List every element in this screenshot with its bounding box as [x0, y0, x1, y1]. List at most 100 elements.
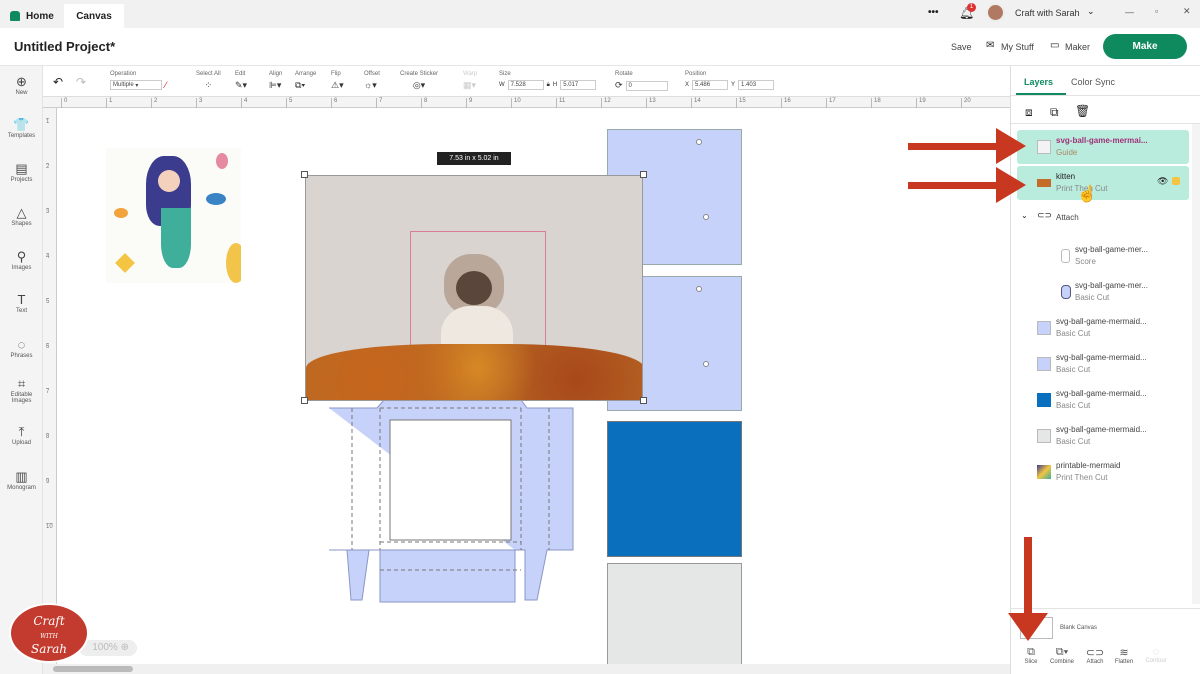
- contour-button[interactable]: ◌ Contour: [1141, 646, 1171, 664]
- phrases-icon: ◌: [17, 337, 26, 352]
- offset-button[interactable]: Offset ☼▾: [364, 71, 380, 91]
- resize-handle[interactable]: [640, 397, 647, 404]
- avatar[interactable]: [986, 3, 1005, 22]
- sidebar-item-phrases[interactable]: ◌ Phrases: [0, 337, 43, 359]
- sidebar-item-shapes[interactable]: △ Shapes: [0, 205, 43, 227]
- tab-layers[interactable]: Layers: [1024, 77, 1053, 87]
- sidebar-item-text[interactable]: T Text: [0, 292, 43, 314]
- arrange-button[interactable]: Arrange ⧉▾: [295, 71, 316, 91]
- eye-icon[interactable]: 👁︎: [1157, 176, 1168, 187]
- my-stuff-button[interactable]: My Stuff: [1001, 42, 1034, 52]
- ruler-tick: 16: [781, 98, 791, 108]
- ruler-tick: 7: [376, 98, 382, 108]
- operation-value: Multiple: [113, 82, 134, 88]
- select-all-button[interactable]: Select All ⁘: [196, 71, 221, 91]
- resize-handle[interactable]: [301, 171, 308, 178]
- user-menu[interactable]: Craft with Sarah: [1015, 8, 1080, 18]
- lock-icon[interactable]: 🔒︎: [547, 82, 550, 89]
- height-input[interactable]: 5.017: [560, 80, 597, 90]
- layer-basic-cut[interactable]: svg-ball-game-mermaid... Basic Cut: [1017, 419, 1189, 453]
- layer-type: Basic Cut: [1056, 365, 1091, 374]
- layer-basic-cut[interactable]: svg-ball-game-mer... Basic Cut: [1017, 275, 1189, 309]
- sidebar-item-projects[interactable]: ▤ Projects: [0, 161, 43, 183]
- ruler-tick: 9: [466, 98, 472, 108]
- size-group: Size W 7.528 🔒︎ H 5.017: [499, 71, 597, 90]
- grey-panel[interactable]: [607, 563, 742, 673]
- align-button[interactable]: Align ⊫▾: [269, 71, 282, 91]
- layer-name: kitten: [1056, 172, 1076, 181]
- create-sticker-button[interactable]: Create Sticker ◎▾: [400, 71, 438, 91]
- edit-button[interactable]: Edit ✎▾: [235, 71, 247, 91]
- chevron-down-icon[interactable]: ⌄: [1021, 211, 1028, 220]
- design-canvas[interactable]: 7.53 in x 5.02 in 100% ⊕: [57, 108, 1010, 673]
- x-input[interactable]: 5.486: [692, 80, 729, 90]
- lock-icon[interactable]: [1172, 177, 1180, 185]
- more-menu-button[interactable]: •••: [928, 7, 939, 18]
- maker-button[interactable]: Maker: [1065, 42, 1090, 52]
- save-button[interactable]: Save: [951, 42, 972, 52]
- dark-blue-panel[interactable]: [607, 421, 742, 557]
- redo-icon[interactable]: ↷: [76, 75, 86, 89]
- operation-select[interactable]: Multiple ▾: [110, 80, 162, 90]
- sidebar-item-upload[interactable]: ⤒ Upload: [0, 424, 43, 446]
- color-swatch-icon[interactable]: ⁄: [165, 80, 167, 90]
- slice-button[interactable]: ⧉ Slice: [1021, 646, 1041, 665]
- sidebar-item-templates[interactable]: 👕 Templates: [0, 117, 43, 139]
- flatten-icon: ≋: [1119, 647, 1129, 659]
- attach-icon: ⊂⊃: [1085, 647, 1105, 659]
- layer-basic-cut[interactable]: svg-ball-game-mermaid... Basic Cut: [1017, 311, 1189, 345]
- layers-scrollbar[interactable]: [1192, 124, 1200, 604]
- layer-thumbnail: [1037, 357, 1051, 371]
- undo-icon[interactable]: ↶: [53, 75, 63, 89]
- hand-cursor-icon: ☝: [1077, 186, 1097, 203]
- warp-button[interactable]: Warp ▦▾: [463, 71, 477, 91]
- sidebar-label: Images: [11, 265, 32, 271]
- layer-basic-cut[interactable]: svg-ball-game-mermaid... Basic Cut: [1017, 383, 1189, 417]
- horizontal-scrollbar[interactable]: [43, 664, 1010, 674]
- rotate-input[interactable]: 0: [625, 80, 668, 91]
- width-input[interactable]: 7.528: [507, 80, 544, 90]
- attach-button[interactable]: ⊂⊃ Attach: [1083, 646, 1107, 665]
- combine-button[interactable]: ⧉▾ Combine: [1047, 646, 1077, 665]
- layer-printable-mermaid[interactable]: printable-mermaid Print Then Cut: [1017, 455, 1189, 489]
- upload-icon: ⤒: [18, 424, 25, 439]
- flatten-button[interactable]: ≋ Flatten: [1111, 646, 1137, 665]
- maximize-button[interactable]: ▫: [1155, 6, 1158, 16]
- layer-basic-cut[interactable]: svg-ball-game-mermaid... Basic Cut: [1017, 347, 1189, 381]
- sidebar-item-images[interactable]: ⚲ Images: [0, 249, 43, 271]
- tab-canvas[interactable]: Canvas: [64, 4, 124, 28]
- mermaid-image[interactable]: [106, 148, 241, 283]
- resize-handle[interactable]: [301, 397, 308, 404]
- y-input[interactable]: 1.403: [738, 80, 775, 90]
- box-template[interactable]: [327, 400, 577, 605]
- notification-badge: 1: [967, 3, 976, 12]
- group-icon[interactable]: ⧈: [1025, 105, 1033, 120]
- tab-color-sync[interactable]: Color Sync: [1071, 77, 1115, 87]
- flip-button[interactable]: Flip ⚠▾: [331, 71, 344, 91]
- layer-guide[interactable]: svg-ball-game-mermai... Guide: [1017, 130, 1189, 164]
- resize-handle[interactable]: [640, 171, 647, 178]
- scrollbar-thumb[interactable]: [53, 666, 133, 672]
- close-button[interactable]: ✕: [1183, 6, 1191, 17]
- ruler-tick: 1: [106, 98, 112, 108]
- project-title[interactable]: Untitled Project*: [14, 39, 115, 54]
- tab-home[interactable]: Home: [0, 4, 64, 28]
- editable-images-icon: ⌗: [17, 376, 26, 391]
- kitten-image[interactable]: [305, 175, 643, 401]
- layer-group-attach[interactable]: ⌄ ⊂⊃ Attach: [1017, 206, 1189, 226]
- sidebar-item-new[interactable]: ⊕ New: [0, 74, 43, 96]
- trash-icon[interactable]: 🗑︎: [1075, 104, 1090, 118]
- duplicate-icon[interactable]: ⧉: [1050, 105, 1059, 120]
- sidebar-item-editable-images[interactable]: ⌗ Editable Images: [0, 376, 43, 404]
- minimize-button[interactable]: —: [1125, 7, 1134, 17]
- zoom-control[interactable]: 100% ⊕: [79, 640, 137, 656]
- slice-label: Slice: [1024, 659, 1038, 665]
- layer-type: Basic Cut: [1056, 401, 1091, 410]
- layer-kitten[interactable]: kitten Print Then Cut 👁︎ ☝: [1017, 166, 1189, 203]
- blank-canvas-label: Blank Canvas: [1060, 625, 1098, 631]
- chevron-down-icon[interactable]: ⌄: [1087, 6, 1095, 17]
- sidebar-item-monogram[interactable]: ▥ Monogram: [0, 469, 43, 491]
- layer-score[interactable]: svg-ball-game-mer... Score: [1017, 239, 1189, 273]
- make-button[interactable]: Make: [1103, 34, 1187, 59]
- layer-thumbnail: [1037, 465, 1051, 479]
